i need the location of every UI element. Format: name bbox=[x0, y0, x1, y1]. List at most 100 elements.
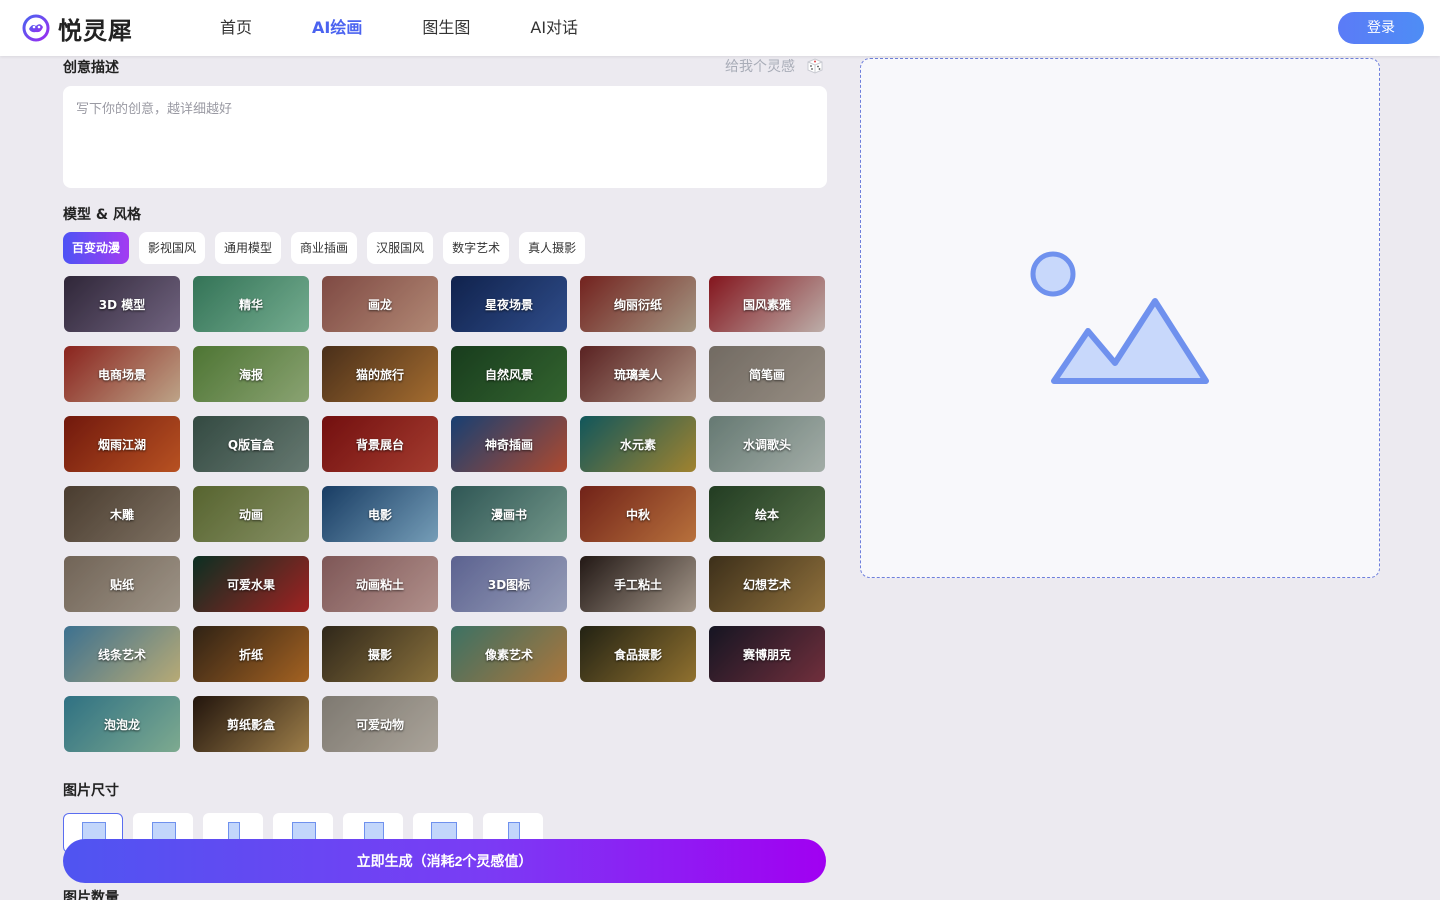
style-card[interactable]: Q版盲盒 bbox=[193, 416, 309, 472]
style-card-label: 海报 bbox=[238, 367, 263, 382]
style-card-label: 水元素 bbox=[619, 437, 656, 452]
image-placeholder-icon bbox=[1030, 251, 1209, 384]
style-card-label: 自然风景 bbox=[484, 367, 533, 382]
style-card[interactable]: 电商场景 bbox=[64, 346, 180, 402]
style-card-label: 可爱水果 bbox=[226, 577, 275, 592]
style-card-label: 3D图标 bbox=[487, 577, 531, 592]
style-card-label: 电商场景 bbox=[97, 367, 146, 382]
style-card[interactable]: 绘本 bbox=[709, 486, 825, 542]
style-card-label: 食品摄影 bbox=[613, 647, 662, 662]
style-card-label: 绘本 bbox=[754, 507, 779, 522]
style-card-label: 3D 模型 bbox=[98, 297, 146, 312]
style-card[interactable]: 像素艺术 bbox=[451, 626, 567, 682]
style-card[interactable]: 海报 bbox=[193, 346, 309, 402]
style-card-label: 精华 bbox=[238, 297, 263, 312]
style-tab[interactable]: 影视国风 bbox=[139, 232, 206, 264]
style-card[interactable]: 星夜场景 bbox=[451, 276, 567, 332]
style-card[interactable]: 精华 bbox=[193, 276, 309, 332]
style-card-label: 漫画书 bbox=[490, 507, 527, 522]
style-card[interactable]: 食品摄影 bbox=[580, 626, 696, 682]
style-tab[interactable]: 数字艺术 bbox=[443, 232, 510, 264]
style-card[interactable]: 琉璃美人 bbox=[580, 346, 696, 402]
style-card[interactable]: 背景展台 bbox=[322, 416, 438, 472]
logo-icon bbox=[22, 14, 50, 42]
style-card-label: 赛博朋克 bbox=[742, 647, 791, 662]
style-card-label: 可爱动物 bbox=[355, 717, 404, 732]
nav-ai-painting[interactable]: AI绘画 bbox=[312, 0, 362, 56]
style-card-label: 国风素雅 bbox=[742, 297, 791, 312]
style-card-label: 星夜场景 bbox=[484, 297, 533, 312]
style-card[interactable]: 线条艺术 bbox=[64, 626, 180, 682]
style-card[interactable]: 漫画书 bbox=[451, 486, 567, 542]
style-card[interactable]: 折纸 bbox=[193, 626, 309, 682]
style-tab[interactable]: 商业插画 bbox=[291, 232, 358, 264]
top-header: 悦灵犀 首页 AI绘画 图生图 AI对话 登录 bbox=[0, 0, 1440, 56]
style-card-label: 绚丽衍纸 bbox=[613, 297, 662, 312]
style-card-label: 水调歌头 bbox=[742, 437, 791, 452]
style-card-label: 电影 bbox=[367, 507, 392, 522]
style-card-label: 贴纸 bbox=[109, 577, 134, 592]
style-card-label: 摄影 bbox=[367, 647, 392, 662]
style-section-label: 模型 & 风格 bbox=[63, 207, 141, 223]
style-card-label: 烟雨江湖 bbox=[97, 437, 146, 452]
style-card[interactable]: 自然风景 bbox=[451, 346, 567, 402]
style-card-label: 像素艺术 bbox=[484, 647, 533, 662]
style-card[interactable]: 动画粘土 bbox=[322, 556, 438, 612]
style-card[interactable]: 画龙 bbox=[322, 276, 438, 332]
style-card[interactable]: 泡泡龙 bbox=[64, 696, 180, 752]
style-card[interactable]: 电影 bbox=[322, 486, 438, 542]
style-card[interactable]: 可爱水果 bbox=[193, 556, 309, 612]
style-card[interactable]: 3D 模型 bbox=[64, 276, 180, 332]
style-card[interactable]: 赛博朋克 bbox=[709, 626, 825, 682]
style-card-label: 折纸 bbox=[238, 647, 263, 662]
inspire-button[interactable]: 给我个灵感 bbox=[725, 56, 825, 76]
nav-home[interactable]: 首页 bbox=[220, 0, 252, 56]
style-card-label: 中秋 bbox=[625, 507, 650, 522]
style-card-label: 线条艺术 bbox=[97, 647, 146, 662]
style-tab[interactable]: 汉服国风 bbox=[367, 232, 434, 264]
style-card[interactable]: 剪纸影盒 bbox=[193, 696, 309, 752]
style-card-label: 简笔画 bbox=[748, 367, 785, 382]
login-button[interactable]: 登录 bbox=[1338, 12, 1424, 44]
style-card-label: 动画 bbox=[238, 507, 263, 522]
style-card[interactable]: 手工粘土 bbox=[580, 556, 696, 612]
style-card-label: 手工粘土 bbox=[613, 577, 662, 592]
style-card[interactable]: 动画 bbox=[193, 486, 309, 542]
style-card[interactable]: 猫的旅行 bbox=[322, 346, 438, 402]
inspire-label: 给我个灵感 bbox=[725, 59, 795, 75]
prompt-input[interactable] bbox=[63, 86, 827, 188]
style-card[interactable]: 水调歌头 bbox=[709, 416, 825, 472]
style-card[interactable]: 简笔画 bbox=[709, 346, 825, 402]
style-card[interactable]: 3D图标 bbox=[451, 556, 567, 612]
style-card-label: 剪纸影盒 bbox=[226, 717, 275, 732]
style-card-label: 动画粘土 bbox=[355, 577, 404, 592]
style-card[interactable]: 神奇插画 bbox=[451, 416, 567, 472]
style-tab[interactable]: 百变动漫 bbox=[63, 232, 130, 264]
style-card-label: 画龙 bbox=[367, 297, 392, 312]
count-label: 图片数量 bbox=[63, 890, 119, 900]
style-card-label: 幻想艺术 bbox=[742, 577, 791, 592]
style-card-label: 泡泡龙 bbox=[103, 717, 140, 732]
style-tab[interactable]: 真人摄影 bbox=[519, 232, 586, 264]
nav-image-to-image[interactable]: 图生图 bbox=[422, 0, 470, 56]
logo[interactable]: 悦灵犀 bbox=[22, 12, 133, 45]
main-nav: 首页 AI绘画 图生图 AI对话 bbox=[220, 0, 638, 56]
style-card[interactable]: 烟雨江湖 bbox=[64, 416, 180, 472]
style-card[interactable]: 中秋 bbox=[580, 486, 696, 542]
style-card[interactable]: 可爱动物 bbox=[322, 696, 438, 752]
style-card[interactable]: 幻想艺术 bbox=[709, 556, 825, 612]
generate-button[interactable]: 立即生成（消耗2个灵感值） bbox=[63, 839, 826, 883]
dice-icon bbox=[807, 58, 823, 74]
style-tabs: 百变动漫 影视国风 通用模型 商业插画 汉服国风 数字艺术 真人摄影 bbox=[63, 232, 595, 264]
style-card-label: 猫的旅行 bbox=[355, 367, 404, 382]
style-card-label: Q版盲盒 bbox=[227, 437, 275, 452]
style-card[interactable]: 贴纸 bbox=[64, 556, 180, 612]
style-card[interactable]: 国风素雅 bbox=[709, 276, 825, 332]
image-preview-area bbox=[860, 58, 1380, 578]
style-card[interactable]: 绚丽衍纸 bbox=[580, 276, 696, 332]
nav-ai-chat[interactable]: AI对话 bbox=[530, 0, 578, 56]
style-card[interactable]: 摄影 bbox=[322, 626, 438, 682]
style-card[interactable]: 木雕 bbox=[64, 486, 180, 542]
style-card[interactable]: 水元素 bbox=[580, 416, 696, 472]
style-tab[interactable]: 通用模型 bbox=[215, 232, 282, 264]
